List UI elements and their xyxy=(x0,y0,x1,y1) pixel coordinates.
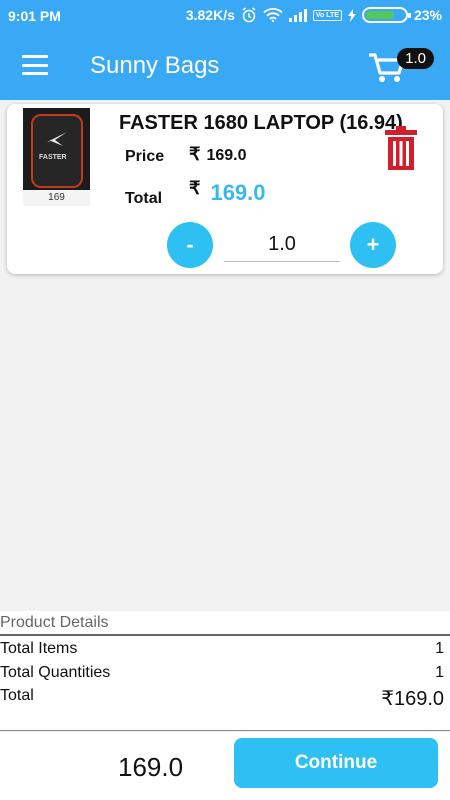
trash-icon xyxy=(385,126,417,170)
product-image-brand: FASTER xyxy=(39,154,67,161)
currency-symbol: ₹ xyxy=(189,144,201,164)
cart-count-badge: 1.0 xyxy=(397,48,434,69)
product-image-label: 169 xyxy=(23,190,90,206)
backpack-image xyxy=(31,114,83,188)
decrease-quantity-button[interactable]: - xyxy=(167,222,213,268)
status-icons: 3.82K/s Vo LTE 23% xyxy=(186,7,442,23)
price-amount: 169.0 xyxy=(206,147,247,164)
continue-button[interactable]: Continue xyxy=(234,738,438,788)
network-speed: 3.82K/s xyxy=(185,7,235,23)
charging-icon xyxy=(347,8,356,22)
signal-icon xyxy=(288,8,307,22)
alarm-icon xyxy=(241,7,257,23)
total-quantities-value: 1 xyxy=(435,664,444,681)
status-time: 9:01 PM xyxy=(8,8,61,24)
total-value: ₹169.0 xyxy=(189,178,266,206)
details-divider xyxy=(0,634,450,636)
price-label: Price xyxy=(125,148,165,165)
cart-button[interactable]: 1.0 xyxy=(368,48,434,88)
bottom-bar: 169.0 Continue xyxy=(0,732,450,800)
price-value: ₹169.0 xyxy=(189,144,247,165)
battery-percent: 23% xyxy=(413,7,442,23)
cart-item-card: FASTER 169 FASTER 1680 LAPTOP (16.94) Pr… xyxy=(7,104,443,274)
app-title: Sunny Bags xyxy=(90,52,220,79)
total-label: Total xyxy=(125,190,163,207)
wifi-icon xyxy=(263,8,283,22)
status-bar: 9:01 PM 3.82K/s Vo LTE 23% xyxy=(0,0,450,32)
details-total-label: Total xyxy=(0,687,34,704)
increase-quantity-button[interactable]: + xyxy=(350,222,396,268)
total-quantities-label: Total Quantities xyxy=(0,664,111,681)
total-items-value: 1 xyxy=(435,640,444,657)
details-total-value: ₹169.0 xyxy=(381,688,444,710)
product-details-panel: Product Details Total Items 1 Total Quan… xyxy=(0,611,450,731)
battery-icon xyxy=(361,7,411,23)
menu-icon[interactable] xyxy=(22,55,48,75)
details-header: Product Details xyxy=(0,614,109,631)
currency-symbol: ₹ xyxy=(189,178,201,198)
product-image: FASTER 169 xyxy=(23,108,90,206)
volte-indicator: Vo LTE xyxy=(312,9,342,21)
total-amount: 169.0 xyxy=(210,180,266,205)
app-bar: Sunny Bags 1.0 xyxy=(0,32,450,100)
total-items-label: Total Items xyxy=(0,640,78,657)
quantity-field[interactable] xyxy=(224,228,340,262)
product-title: FASTER 1680 LAPTOP (16.94) xyxy=(119,112,403,134)
bottom-total: 169.0 xyxy=(118,752,184,782)
delete-item-button[interactable] xyxy=(385,126,417,170)
brand-logo-icon xyxy=(47,132,67,146)
